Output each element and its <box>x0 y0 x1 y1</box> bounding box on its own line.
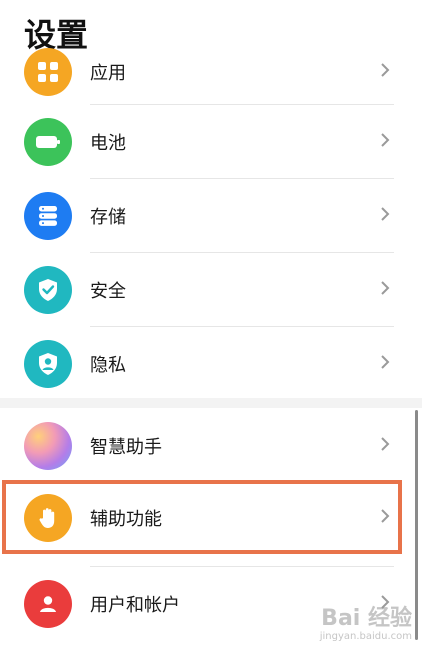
scrollbar[interactable] <box>415 410 418 640</box>
section-separator <box>0 398 422 408</box>
settings-item-label: 用户和帐户 <box>90 595 180 616</box>
divider <box>90 252 394 253</box>
watermark-url: jingyan.baidu.com <box>319 631 412 642</box>
watermark-logo: Bai 经验 <box>321 605 412 631</box>
settings-item-battery[interactable]: 电池 <box>0 106 410 178</box>
settings-item-label: 智慧助手 <box>90 437 162 458</box>
divider <box>90 104 394 105</box>
highlight-box <box>2 480 402 554</box>
chevron-right-icon <box>380 436 390 456</box>
settings-item-apps[interactable]: 应用 <box>0 36 410 108</box>
settings-item-label: 应用 <box>90 63 126 84</box>
assistant-icon <box>24 422 72 470</box>
settings-item-label: 安全 <box>90 281 126 302</box>
divider <box>90 178 394 179</box>
user-icon <box>24 580 72 628</box>
chevron-right-icon <box>380 354 390 374</box>
settings-item-label: 存储 <box>90 207 126 228</box>
chevron-right-icon <box>380 132 390 152</box>
settings-item-storage[interactable]: 存储 <box>0 180 410 252</box>
settings-item-label: 隐私 <box>90 355 126 376</box>
privacy-icon <box>24 340 72 388</box>
settings-item-label: 电池 <box>90 133 126 154</box>
settings-item-privacy[interactable]: 隐私 <box>0 328 410 400</box>
battery-icon <box>24 118 72 166</box>
watermark: Bai 经验 jingyan.baidu.com <box>319 605 412 642</box>
storage-icon <box>24 192 72 240</box>
divider <box>90 566 394 567</box>
settings-item-security[interactable]: 安全 <box>0 254 410 326</box>
apps-icon <box>24 48 72 96</box>
settings-item-assistant[interactable]: 智慧助手 <box>0 410 410 482</box>
divider <box>90 326 394 327</box>
chevron-right-icon <box>380 62 390 82</box>
shield-check-icon <box>24 266 72 314</box>
chevron-right-icon <box>380 206 390 226</box>
chevron-right-icon <box>380 280 390 300</box>
